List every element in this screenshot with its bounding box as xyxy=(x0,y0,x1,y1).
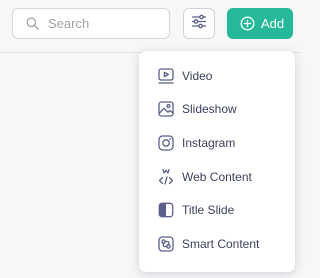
menu-item-title-slide[interactable]: Title Slide xyxy=(139,193,295,227)
menu-item-label: Smart Content xyxy=(182,236,260,251)
instagram-icon xyxy=(157,134,175,152)
web-content-icon xyxy=(157,168,175,186)
menu-item-label: Title Slide xyxy=(182,203,235,218)
filter-button[interactable] xyxy=(183,8,215,39)
smart-content-icon xyxy=(157,235,175,253)
slideshow-icon xyxy=(157,100,175,118)
video-icon xyxy=(157,67,175,85)
add-content-menu: Video Slideshow Instagram Web Content Ti… xyxy=(139,51,295,272)
menu-item-video[interactable]: Video xyxy=(139,59,295,93)
add-button-label: Add xyxy=(261,16,285,31)
menu-item-label: Instagram xyxy=(182,135,236,150)
menu-item-label: Web Content xyxy=(182,169,252,184)
plus-circle-icon xyxy=(240,16,255,31)
top-toolbar: Add xyxy=(0,0,300,53)
menu-item-slideshow[interactable]: Slideshow xyxy=(139,93,295,127)
menu-item-label: Video xyxy=(182,68,213,83)
menu-item-label: Slideshow xyxy=(182,102,237,117)
search-input[interactable] xyxy=(48,16,158,31)
search-box[interactable] xyxy=(12,8,170,39)
menu-item-web-content[interactable]: Web Content xyxy=(139,160,295,194)
add-button[interactable]: Add xyxy=(227,8,293,39)
menu-item-smart-content[interactable]: Smart Content xyxy=(139,227,295,261)
search-icon xyxy=(25,17,39,31)
title-slide-icon xyxy=(157,201,175,219)
sliders-icon xyxy=(191,14,207,34)
menu-item-instagram[interactable]: Instagram xyxy=(139,126,295,160)
